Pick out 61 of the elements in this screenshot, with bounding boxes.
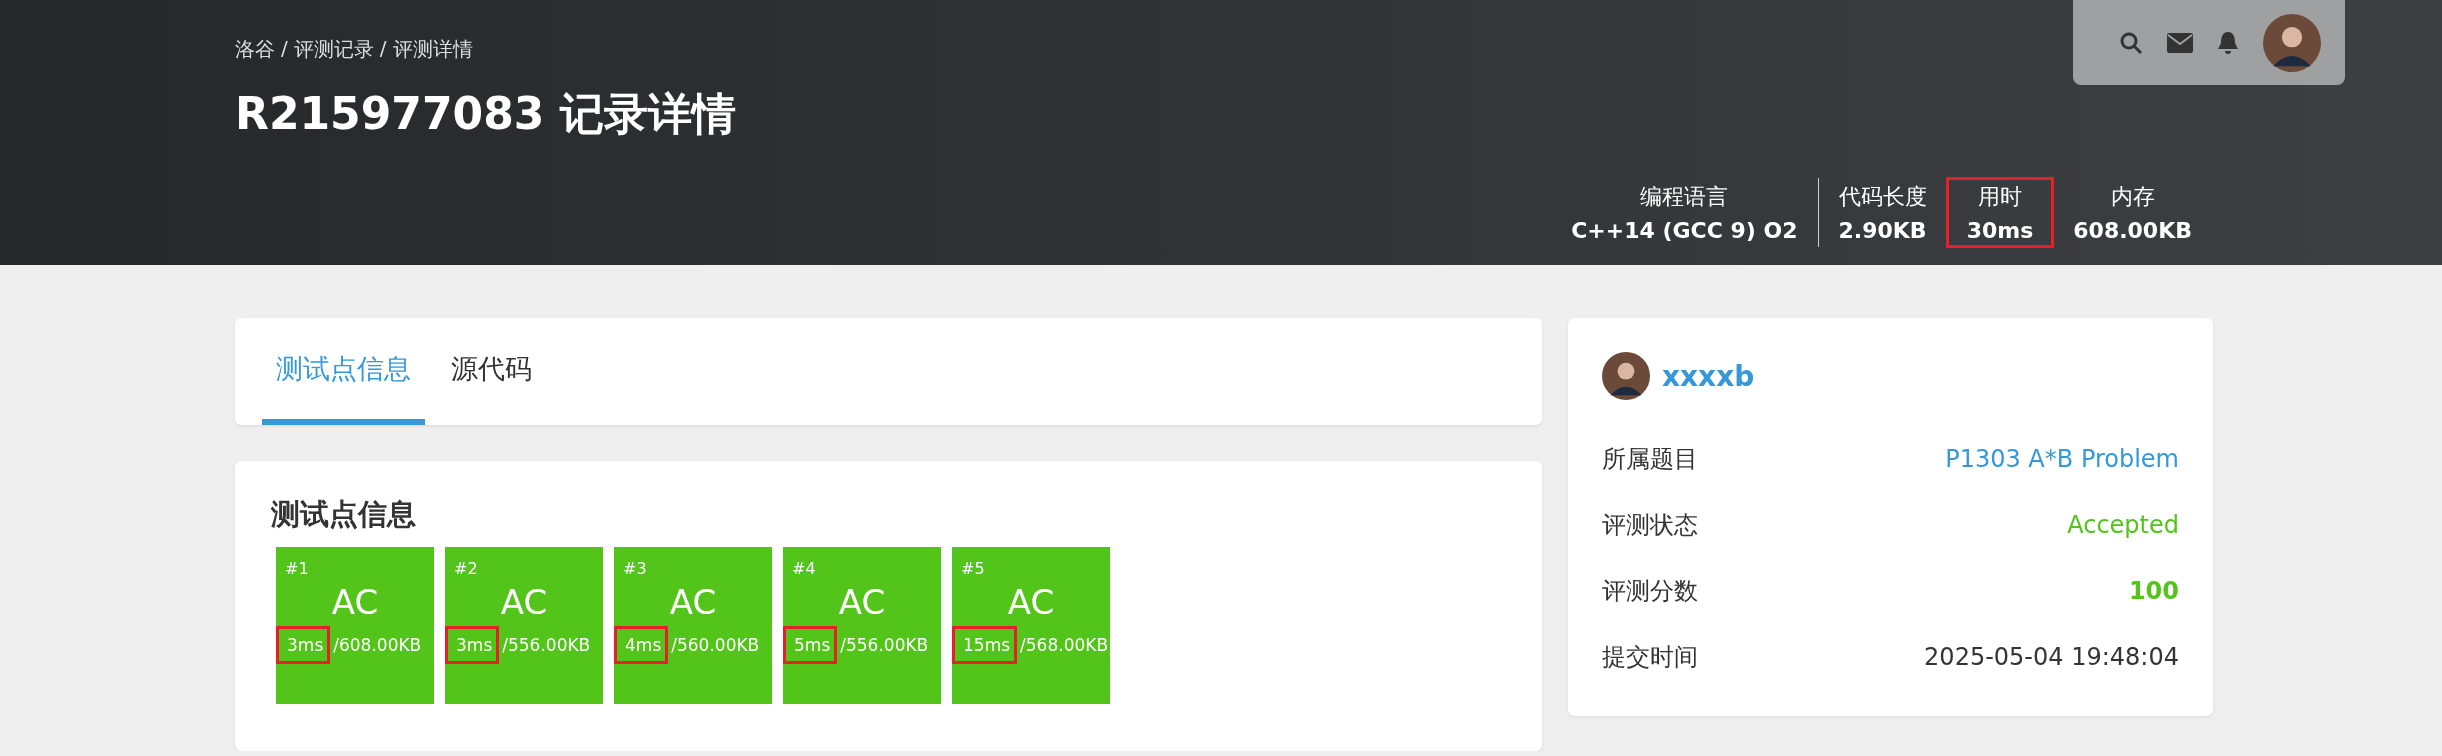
case-separator: / [840, 635, 846, 655]
case-status: AC [838, 582, 886, 622]
bell-icon[interactable] [2217, 30, 2239, 55]
stat-value: C++14 (GCC 9) O2 [1571, 218, 1798, 243]
tab[interactable]: 源代码 [437, 318, 546, 425]
case-time: 3ms [445, 626, 500, 664]
case-memory: 556.00KB [507, 635, 591, 655]
detail-label: 所属题目 [1602, 444, 1698, 475]
case-separator: / [671, 635, 677, 655]
breadcrumb-link[interactable]: 评测详情 [392, 36, 473, 63]
case-time: 5ms [783, 626, 838, 664]
avatar-icon[interactable] [1602, 352, 1650, 400]
case-number: #4 [792, 559, 816, 578]
test-case-tile[interactable]: #2 AC 3ms /556.00KB [445, 547, 603, 704]
case-status: AC [331, 582, 379, 622]
detail-label: 评测状态 [1602, 510, 1698, 541]
breadcrumb-link[interactable]: 洛谷 [235, 36, 275, 63]
section-title: 测试点信息 [271, 496, 417, 533]
case-memory: 560.00KB [676, 635, 760, 655]
case-time: 3ms [276, 626, 331, 664]
case-memory: 608.00KB [338, 635, 422, 655]
case-separator: / [1020, 635, 1026, 655]
case-memory: 568.00KB [1025, 635, 1109, 655]
user-name-link[interactable]: xxxxb [1662, 359, 1755, 393]
detail-value: Accepted [2067, 511, 2179, 539]
case-number: #1 [285, 559, 309, 578]
avatar-icon[interactable] [2263, 13, 2321, 72]
case-number: #5 [961, 559, 985, 578]
tab[interactable]: 测试点信息 [262, 318, 425, 425]
test-case-tile[interactable]: #4 AC 5ms /556.00KB [783, 547, 941, 704]
search-icon[interactable] [2119, 30, 2143, 55]
case-status: AC [1007, 582, 1055, 622]
test-case-tile[interactable]: #5 AC 15ms /568.00KB [952, 547, 1110, 704]
case-separator: / [502, 635, 508, 655]
stat-value: 30ms [1966, 218, 2034, 243]
case-separator: / [333, 635, 339, 655]
breadcrumb-separator: / [379, 36, 387, 62]
detail-value: 2025-05-04 19:48:04 [1924, 643, 2179, 671]
test-case-tile[interactable]: #1 AC 3ms /608.00KB [276, 547, 434, 704]
stat-value: 608.00KB [2073, 218, 2192, 243]
test-case-tile[interactable]: #3 AC 4ms /560.00KB [614, 547, 772, 704]
detail-label: 评测分数 [1602, 576, 1698, 607]
case-memory: 556.00KB [845, 635, 929, 655]
envelope-icon[interactable] [2167, 32, 2193, 53]
breadcrumb-link[interactable]: 评测记录 [293, 36, 374, 63]
problem-link[interactable]: P1303 A*B Problem [1945, 445, 2179, 473]
stat-label: 编程语言 [1640, 183, 1729, 211]
stat-value: 2.90KB [1838, 218, 1927, 243]
breadcrumb-separator: / [281, 36, 288, 62]
detail-label: 提交时间 [1602, 642, 1698, 673]
stat-label: 用时 [1977, 183, 2022, 211]
case-status: AC [500, 582, 548, 622]
detail-value: 100 [2128, 577, 2179, 605]
case-number: #2 [454, 559, 478, 578]
stat-label: 内存 [2110, 183, 2155, 211]
page-title: R215977083 记录详情 [235, 87, 737, 141]
case-status: AC [669, 582, 717, 622]
stat-label: 代码长度 [1838, 183, 1927, 211]
case-number: #3 [623, 559, 647, 578]
case-time: 15ms [952, 626, 1018, 664]
case-time: 4ms [614, 626, 669, 664]
